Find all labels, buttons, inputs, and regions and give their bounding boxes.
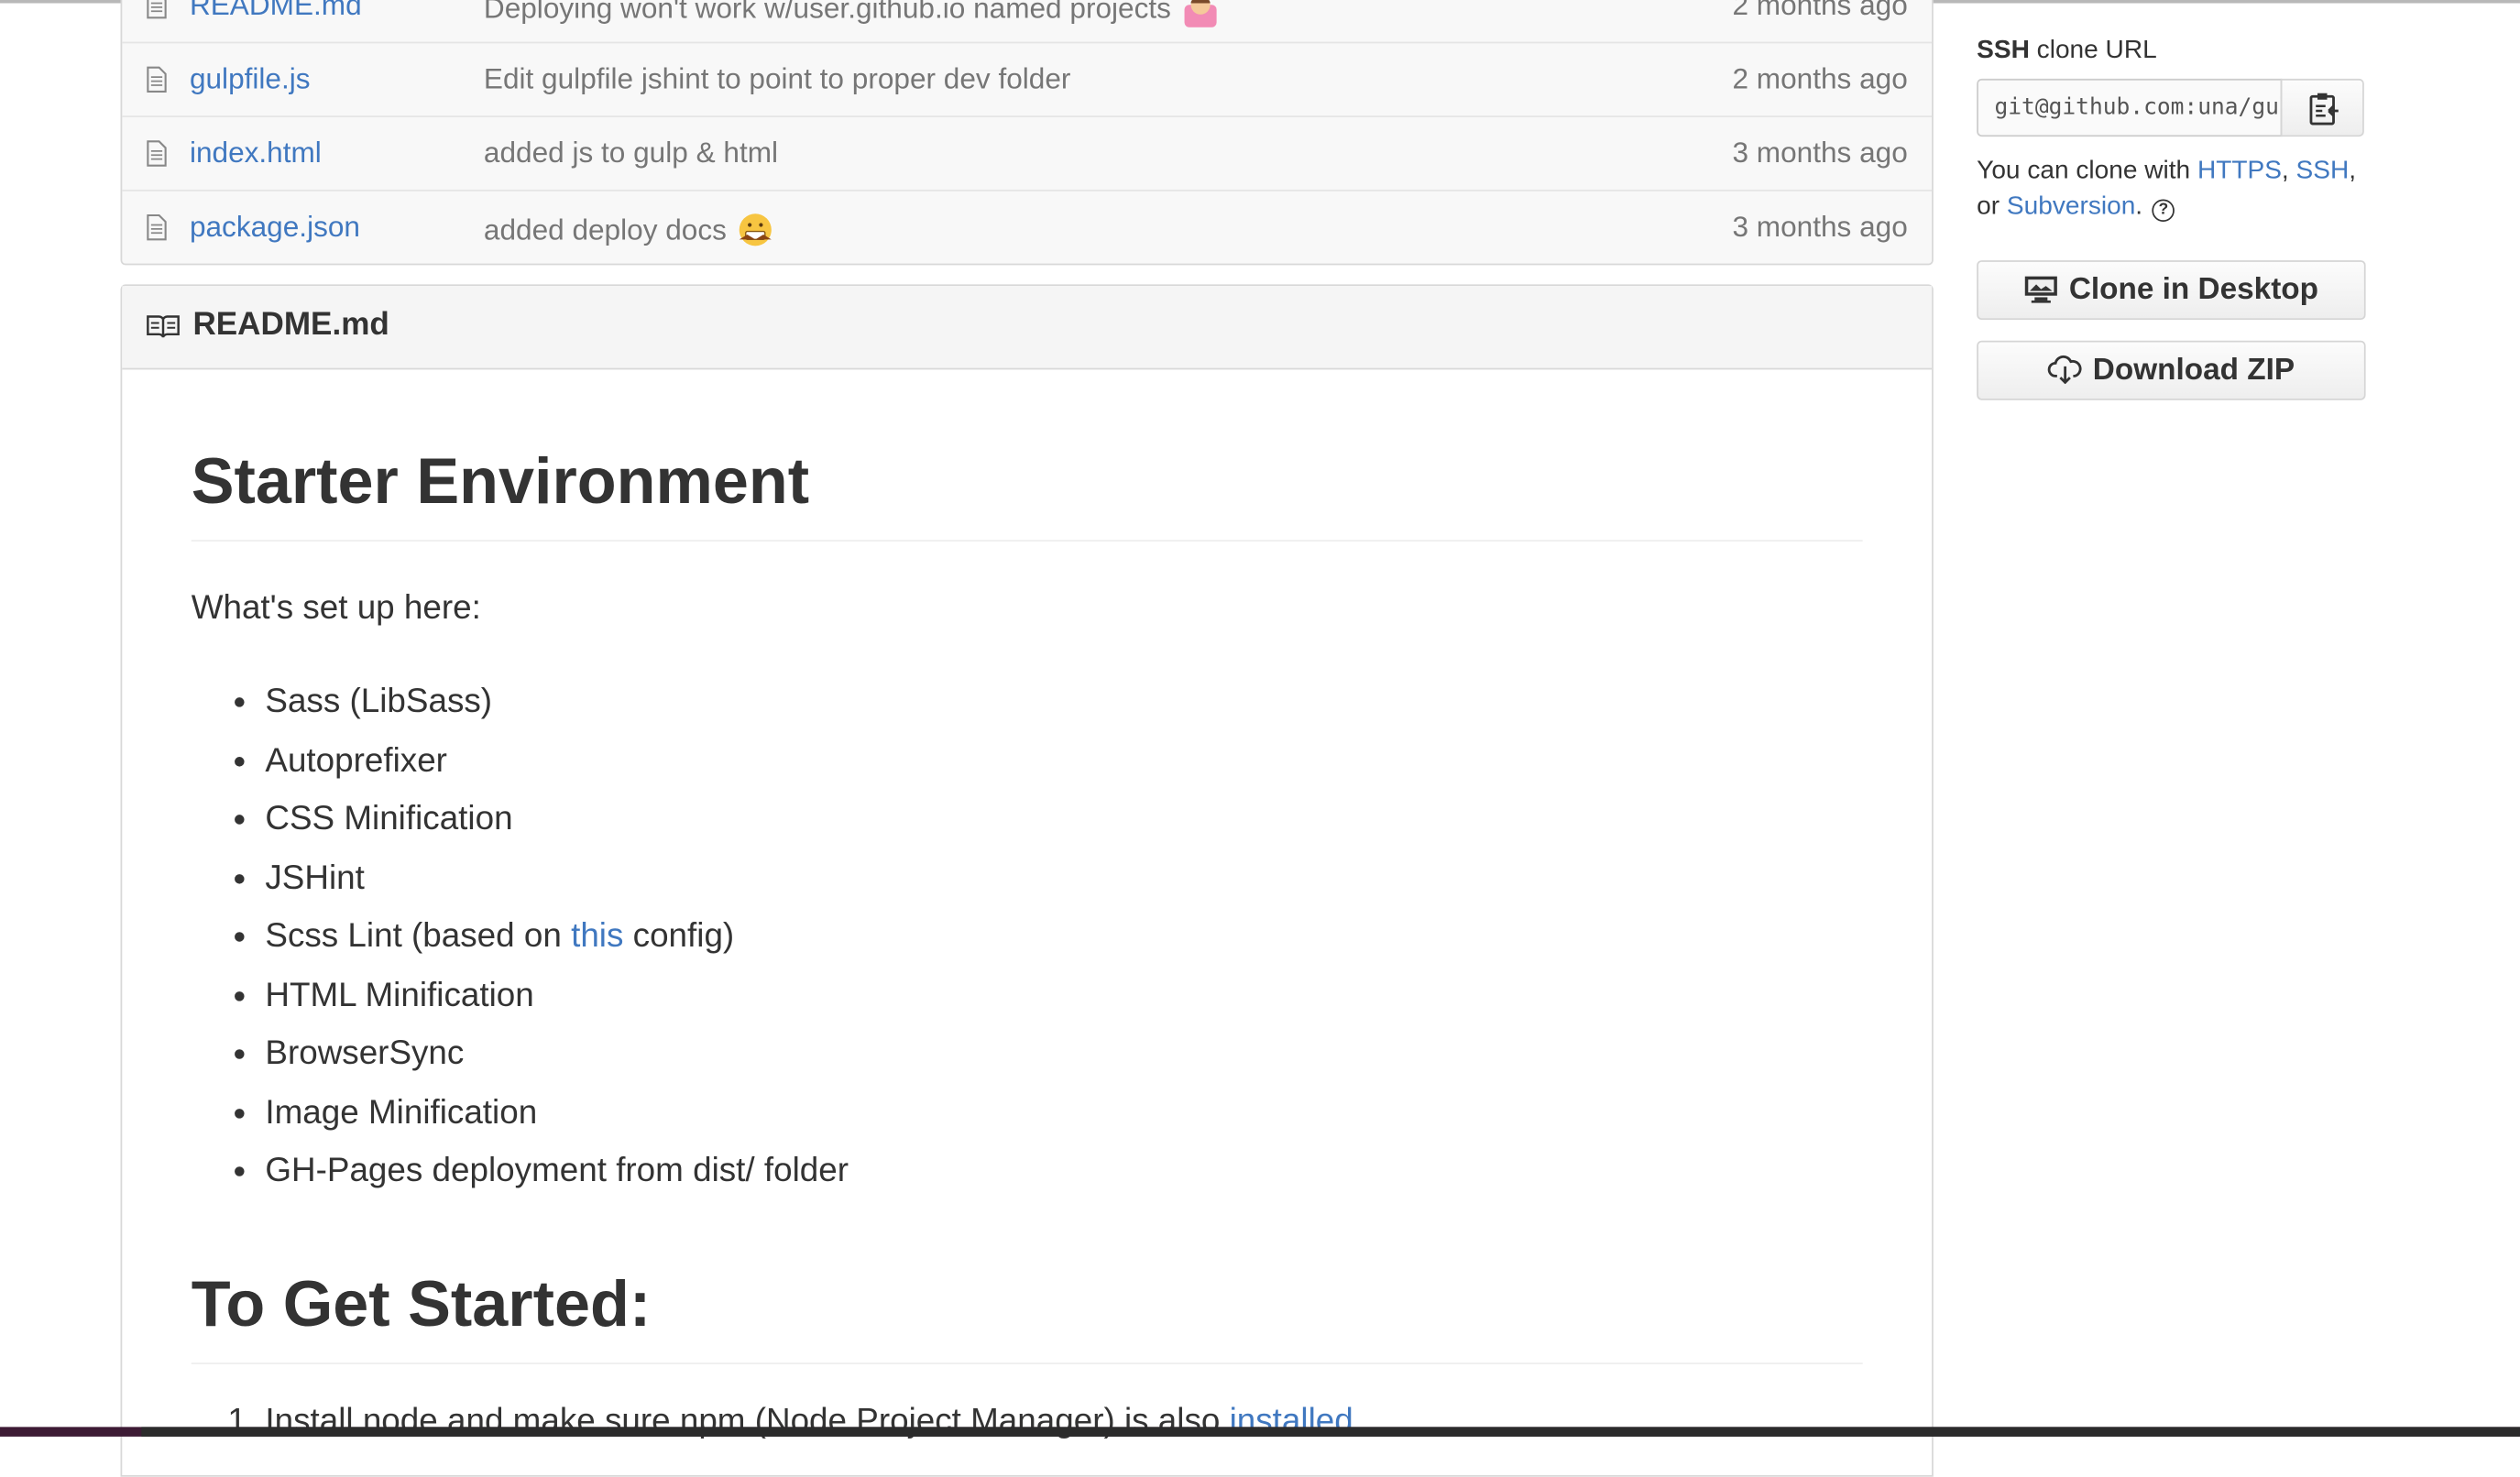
help-icon[interactable]: ? — [2152, 199, 2175, 223]
download-zip-button[interactable]: Download ZIP — [1977, 340, 2366, 400]
file-icon — [147, 140, 167, 167]
clone-label-text: clone URL — [2029, 37, 2157, 65]
readme-heading: Starter Environment — [191, 443, 1863, 542]
scss-lint-text: Scss Lint (based on — [265, 917, 572, 955]
https-link[interactable]: HTTPS — [2197, 158, 2282, 185]
desktop-icon — [2025, 276, 2058, 303]
scss-lint-suffix: config) — [623, 917, 735, 955]
clone-desktop-label: Clone in Desktop — [2068, 273, 2319, 307]
clone-url-input[interactable]: git@github.com:una/gulp-starter-env.git — [1977, 78, 2283, 137]
file-row[interactable]: package.json added deploy docs 3 months … — [122, 189, 1933, 264]
page: README.md Deploying won't work w/user.gi… — [0, 0, 2520, 1477]
file-icon — [147, 0, 167, 19]
ssh-link[interactable]: SSH — [2296, 158, 2350, 185]
bottom-bar-dark — [141, 1427, 2520, 1437]
scss-config-link[interactable]: this — [571, 917, 623, 954]
readme-title: README.md — [192, 306, 389, 343]
file-name-link[interactable]: gulpfile.js — [190, 62, 311, 96]
book-icon — [147, 315, 180, 338]
file-row[interactable]: gulpfile.js Edit gulpfile jshint to poin… — [122, 41, 1933, 116]
commit-message: Deploying won't work w/user.github.io na… — [483, 0, 1171, 25]
list-item: HTML Minification — [265, 967, 1862, 1025]
file-row[interactable]: index.html added js to gulp & html 3 mon… — [122, 115, 1933, 190]
feature-list: Sass (LibSass) Autoprefixer CSS Minifica… — [192, 673, 1863, 1201]
file-list: README.md Deploying won't work w/user.gi… — [120, 0, 1934, 266]
list-item: CSS Minification — [265, 791, 1862, 849]
clone-protocol: SSH — [1977, 37, 2030, 65]
commit-age: 2 months ago — [1732, 62, 1908, 95]
list-item: Autoprefixer — [265, 732, 1862, 791]
step-item: Install node and make sure npm (Node Pro… — [265, 1399, 1862, 1444]
commit-message[interactable]: added js to gulp & html — [484, 137, 778, 170]
file-icon — [147, 66, 167, 93]
list-item: Scss Lint (based on this config) — [265, 908, 1862, 967]
clone-help-text: You can clone with HTTPS, SSH, or Subvers… — [1977, 154, 2378, 224]
readme-intro: What's set up here: — [191, 589, 481, 627]
commit-message[interactable]: Edit gulpfile jshint to point to proper … — [484, 62, 1071, 96]
clone-in-desktop-button[interactable]: Clone in Desktop — [1977, 260, 2366, 321]
steps-list: Install node and make sure npm (Node Pro… — [192, 1399, 1863, 1444]
download-zip-label: Download ZIP — [2092, 353, 2295, 388]
list-item: JSHint — [265, 849, 1862, 908]
period: . — [2135, 192, 2143, 221]
bottom-bar — [0, 1427, 2520, 1437]
commit-age: 3 months ago — [1732, 137, 1908, 170]
subversion-link[interactable]: Subversion — [2007, 192, 2135, 220]
file-name-link[interactable]: index.html — [190, 137, 322, 170]
list-item: GH-Pages deployment from dist/ folder — [265, 1143, 1862, 1201]
file-icon — [147, 213, 167, 241]
commit-age: 2 months ago — [1732, 0, 1908, 21]
woman-emoji-icon — [1183, 0, 1217, 27]
commit-message: added deploy docs — [483, 213, 727, 246]
copy-clipboard-button[interactable] — [2280, 78, 2364, 137]
file-row[interactable]: README.md Deploying won't work w/user.gi… — [122, 0, 1932, 42]
readme-header: README.md — [122, 286, 1933, 370]
clipboard-icon — [2309, 93, 2339, 126]
file-name-link[interactable]: README.md — [190, 0, 362, 23]
readme-panel: README.md Starter Environment What's set… — [120, 284, 1934, 1477]
commit-age: 3 months ago — [1732, 210, 1908, 243]
getting-started-heading: To Get Started: — [191, 1265, 1863, 1364]
readme-content: Starter Environment What's set up here: … — [191, 443, 1863, 1444]
list-item: BrowserSync — [265, 1025, 1862, 1084]
comma-sep-2: , — [2349, 157, 2357, 185]
or-text: or — [1977, 192, 2007, 221]
grimace-emoji-icon — [739, 213, 772, 246]
commit-message-link[interactable]: added deploy docs — [484, 211, 775, 249]
commit-message-link[interactable]: Deploying won't work w/user.github.io na… — [484, 0, 1220, 27]
comma-sep: , — [2281, 157, 2296, 185]
clone-help-prefix: You can clone with — [1977, 157, 2197, 185]
file-name-link[interactable]: package.json — [190, 211, 360, 245]
list-item: Image Minification — [265, 1084, 1862, 1143]
cloud-download-icon — [2048, 355, 2082, 385]
clone-url-label: SSH clone URL — [1977, 37, 2157, 66]
list-item: Sass (LibSass) — [265, 673, 1862, 732]
